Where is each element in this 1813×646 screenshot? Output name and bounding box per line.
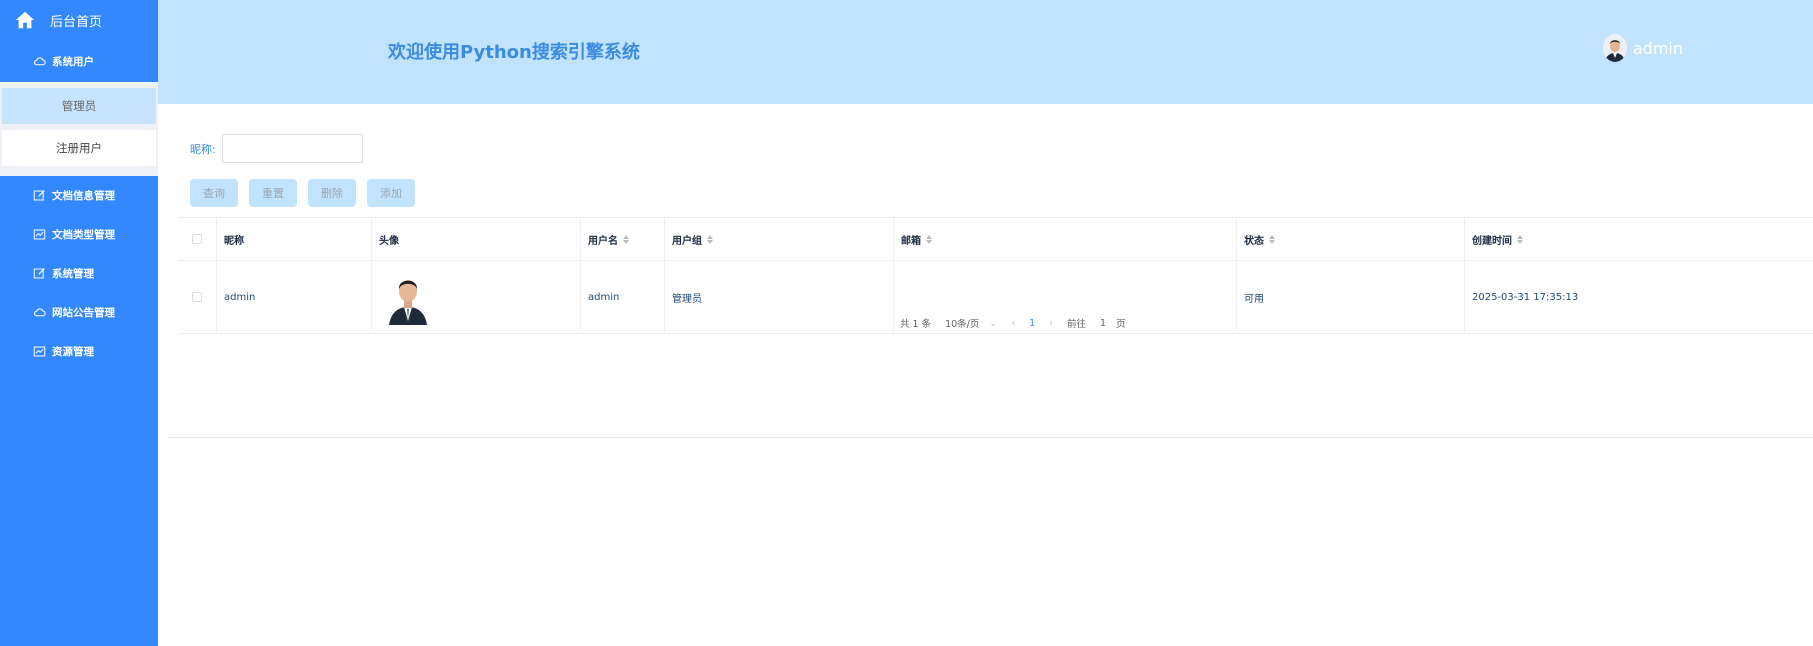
main-content: 昵称: 查询 重置 删除 添加 昵称 头像 用户名 用户组 邮箱 状态 创建时间… — [158, 104, 1813, 646]
sort-icon[interactable] — [1269, 234, 1275, 244]
cell-avatar — [372, 261, 581, 333]
sidebar-item-system-admin[interactable]: 系统管理 — [0, 254, 158, 293]
nickname-input[interactable] — [221, 134, 363, 163]
cell-nickname: admin — [217, 261, 372, 333]
prev-page-icon[interactable]: ‹ — [1011, 318, 1015, 329]
header-cell-email[interactable]: 邮箱 — [894, 218, 1237, 260]
sort-icon[interactable] — [707, 234, 713, 244]
sidebar-item-doc-type[interactable]: 文档类型管理 — [0, 215, 158, 254]
header-label: 用户组 — [672, 235, 702, 247]
goto-input[interactable]: 1 — [1100, 318, 1106, 329]
sort-icon[interactable] — [623, 234, 629, 244]
current-page[interactable]: 1 — [1029, 318, 1035, 329]
goto-label: 前往 — [1067, 319, 1087, 330]
submenu-item-registered-users[interactable]: 注册用户 — [2, 130, 156, 166]
cell-created: 2025-03-31 17:35:13 — [1472, 291, 1579, 303]
select-all-checkbox[interactable] — [192, 234, 202, 244]
edit-icon — [33, 189, 46, 202]
page-title: 欢迎使用Python搜索引擎系统 — [388, 42, 640, 63]
home-link[interactable]: 后台首页 — [0, 0, 158, 40]
sidebar-item-label: 资源管理 — [52, 346, 94, 358]
sidebar-item-resources[interactable]: 资源管理 — [0, 332, 158, 371]
header-label: 邮箱 — [901, 235, 921, 247]
cell-group: 管理员 — [665, 261, 894, 333]
submenu-system-users: 管理员 注册用户 — [0, 82, 158, 176]
cell-status: 可用 — [1237, 261, 1465, 333]
total-count: 共 1 条 — [900, 319, 932, 330]
submenu-item-admins[interactable]: 管理员 — [2, 88, 156, 124]
chart-icon — [33, 228, 46, 241]
sidebar-item-label: 系统管理 — [52, 268, 94, 280]
page-size-value: 10条/页 — [945, 319, 980, 330]
toolbar: 查询 重置 删除 添加 — [190, 179, 426, 207]
header: 欢迎使用Python搜索引擎系统 admin — [158, 0, 1813, 104]
header-label: 昵称 — [224, 235, 244, 247]
row-checkbox[interactable] — [192, 292, 202, 302]
user-menu[interactable]: admin — [1602, 34, 1683, 62]
sidebar: 后台首页 系统用户 管理员 注册用户 文档信息管理 文档类型管理 系统管理 网站… — [0, 0, 158, 646]
add-button[interactable]: 添加 — [367, 179, 415, 207]
header-cell-select — [178, 218, 217, 260]
cloud-icon — [33, 306, 46, 319]
divider — [168, 437, 1813, 438]
reset-button[interactable]: 重置 — [249, 179, 297, 207]
header-cell-avatar: 头像 — [372, 218, 581, 260]
avatar — [387, 269, 429, 325]
header-cell-username[interactable]: 用户名 — [581, 218, 665, 260]
next-page-icon[interactable]: › — [1049, 318, 1053, 329]
sidebar-item-label: 网站公告管理 — [52, 307, 115, 319]
page-suffix: 页 — [1116, 319, 1126, 330]
sort-icon[interactable] — [926, 234, 932, 244]
avatar — [1602, 34, 1627, 62]
nickname-label: 昵称: — [190, 142, 216, 156]
table-header-row: 昵称 头像 用户名 用户组 邮箱 状态 创建时间 — [178, 218, 1813, 261]
header-cell-status[interactable]: 状态 — [1237, 218, 1465, 260]
header-label: 创建时间 — [1472, 235, 1512, 247]
chevron-down-icon: ⌄ — [989, 317, 998, 329]
search-row: 昵称: — [190, 134, 363, 163]
header-cell-group[interactable]: 用户组 — [665, 218, 894, 260]
header-cell-created[interactable]: 创建时间 — [1465, 218, 1813, 260]
sidebar-item-doc-info[interactable]: 文档信息管理 — [0, 176, 158, 215]
sidebar-item-announcements[interactable]: 网站公告管理 — [0, 293, 158, 332]
cloud-icon — [33, 55, 46, 68]
username: admin — [1632, 38, 1683, 58]
chart-icon — [33, 345, 46, 358]
goto-page: 前往 1 页 — [1067, 316, 1126, 331]
page-size-select[interactable]: 10条/页 ⌄ — [945, 316, 998, 331]
sidebar-item-system-users[interactable]: 系统用户 — [0, 40, 158, 82]
query-button[interactable]: 查询 — [190, 179, 238, 207]
delete-button[interactable]: 删除 — [308, 179, 356, 207]
header-cell-nickname: 昵称 — [217, 218, 372, 260]
home-label: 后台首页 — [50, 14, 103, 30]
pagination: 共 1 条 10条/页 ⌄ ‹ 1 › 前往 1 页 — [900, 316, 1140, 331]
edit-icon — [33, 267, 46, 280]
sort-icon[interactable] — [1517, 234, 1523, 244]
header-label: 用户名 — [588, 235, 618, 247]
home-icon — [15, 11, 35, 29]
cell-username: admin — [581, 261, 665, 333]
sidebar-item-label: 文档信息管理 — [52, 190, 115, 202]
header-label: 头像 — [379, 235, 399, 247]
header-label: 状态 — [1244, 235, 1264, 247]
app: 后台首页 系统用户 管理员 注册用户 文档信息管理 文档类型管理 系统管理 网站… — [0, 0, 1813, 646]
cell-select — [178, 261, 217, 333]
sidebar-item-label: 文档类型管理 — [52, 229, 115, 241]
sidebar-item-label: 系统用户 — [52, 55, 94, 68]
